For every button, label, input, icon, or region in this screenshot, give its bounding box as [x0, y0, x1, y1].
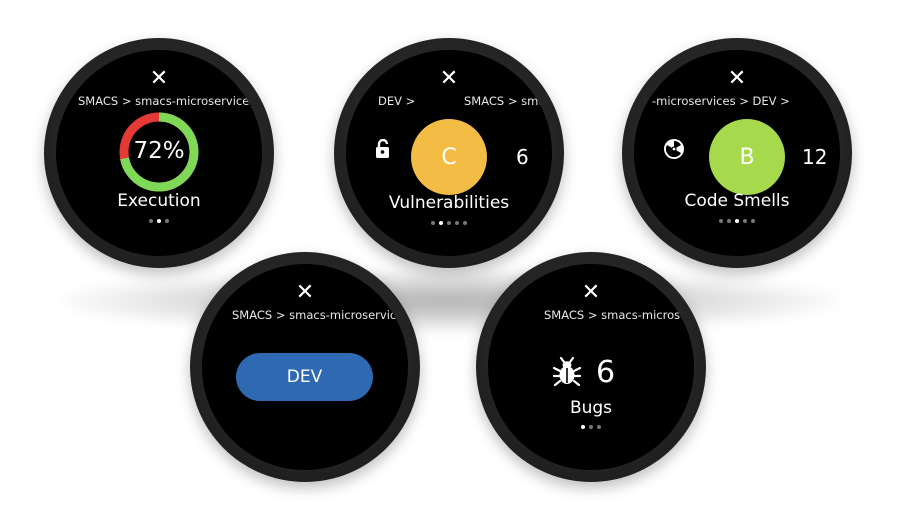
- bugs-label: Bugs: [569, 398, 613, 418]
- page-dot: [447, 221, 451, 225]
- bug-icon: [552, 357, 582, 387]
- lock-open-icon: [376, 139, 389, 158]
- page-dot-active: [735, 219, 739, 223]
- watch-code-smells: ✕ -microservices > DEV > B 12 Code Smell…: [622, 38, 852, 268]
- watch-screen: ✕ DEV > SMACS > sma C 6 Vulnerabilities: [346, 50, 552, 256]
- close-icon[interactable]: ✕: [56, 68, 262, 90]
- page-dot: [463, 221, 467, 225]
- execution-label: Execution: [117, 191, 201, 211]
- bug-count: 6: [596, 355, 616, 390]
- close-icon[interactable]: ✕: [634, 68, 840, 90]
- vulnerability-grade-badge: C: [411, 119, 487, 195]
- breadcrumb-branch: DEV >: [378, 94, 416, 108]
- reflection-shadow: [60, 270, 840, 332]
- code-smell-count: 12: [802, 145, 828, 169]
- vulnerabilities-label: Vulnerabilities: [388, 193, 510, 213]
- page-dot: [431, 221, 435, 225]
- page-indicator: [346, 221, 552, 225]
- breadcrumb: SMACS > smacs-microservic: [232, 308, 397, 322]
- page-dot-active: [439, 221, 443, 225]
- page-indicator: [56, 219, 262, 223]
- breadcrumb: SMACS > smacs-microse: [544, 308, 688, 322]
- code-smell-grade-badge: B: [709, 119, 785, 195]
- watch-screen: ✕ SMACS > smacs-microservices > 72% Exec…: [56, 50, 262, 256]
- breadcrumb-project: SMACS > sma: [464, 94, 546, 108]
- watch-screen: ✕ -microservices > DEV > B 12 Code Smell…: [634, 50, 840, 256]
- page-dot: [597, 425, 601, 429]
- close-icon[interactable]: ✕: [488, 282, 694, 304]
- page-dot: [743, 219, 747, 223]
- watch-bugs: ✕ SMACS > smacs-microse 6 Bugs: [476, 252, 706, 482]
- page-dot-active: [581, 425, 585, 429]
- page-dot-active: [157, 219, 161, 223]
- watch-vulnerabilities: ✕ DEV > SMACS > sma C 6 Vulnerabilities: [334, 38, 564, 268]
- breadcrumb: -microservices > DEV >: [652, 94, 790, 108]
- code-smells-label: Code Smells: [684, 191, 790, 211]
- page-dot: [149, 219, 153, 223]
- page-dot: [165, 219, 169, 223]
- execution-percent: 72%: [133, 138, 185, 164]
- watch-execution: ✕ SMACS > smacs-microservices > 72% Exec…: [44, 38, 274, 268]
- page-dot: [751, 219, 755, 223]
- page-dot: [727, 219, 731, 223]
- close-icon[interactable]: ✕: [202, 282, 408, 304]
- vulnerability-count: 6: [516, 145, 529, 169]
- page-dot: [719, 219, 723, 223]
- page-indicator: [488, 425, 694, 429]
- watch-screen: ✕ SMACS > smacs-microservic DEV: [202, 264, 408, 470]
- dev-branch-button[interactable]: DEV: [236, 353, 373, 401]
- close-icon[interactable]: ✕: [346, 68, 552, 90]
- page-dot: [589, 425, 593, 429]
- page-indicator: [634, 219, 840, 223]
- radioactive-icon: [664, 139, 684, 159]
- watch-screen: ✕ SMACS > smacs-microse 6 Bugs: [488, 264, 694, 470]
- watch-branch-select: ✕ SMACS > smacs-microservic DEV: [190, 252, 420, 482]
- breadcrumb: SMACS > smacs-microservices >: [78, 94, 262, 108]
- page-dot: [455, 221, 459, 225]
